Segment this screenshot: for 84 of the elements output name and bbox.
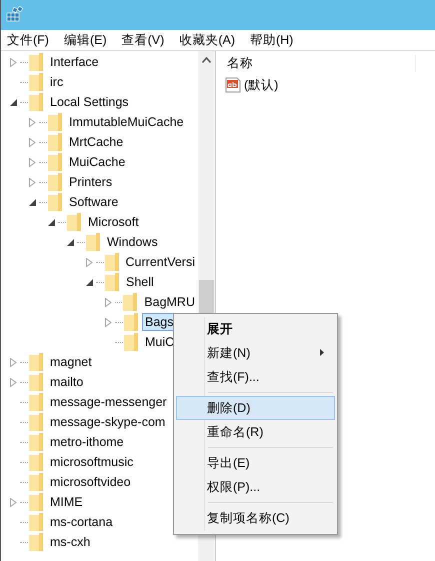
tree-item[interactable]: message-skype-com xyxy=(47,413,168,431)
expand-arrow-icon[interactable] xyxy=(29,138,36,146)
folder-icon xyxy=(105,273,119,291)
folder-icon xyxy=(48,173,62,191)
tree-item[interactable]: magnet xyxy=(47,353,95,371)
string-value-icon xyxy=(225,77,241,93)
tree-item[interactable]: MIME xyxy=(47,493,86,511)
collapse-arrow-icon[interactable] xyxy=(10,98,17,106)
tree-item[interactable]: MuiCache xyxy=(66,153,128,171)
menu-item[interactable]: 展开 xyxy=(176,317,335,341)
folder-icon xyxy=(124,333,138,351)
tree-item[interactable]: Shell xyxy=(123,273,157,291)
folder-icon xyxy=(29,353,43,371)
expand-arrow-icon[interactable] xyxy=(10,358,17,366)
scrollbar-thumb[interactable] xyxy=(199,280,214,316)
folder-icon xyxy=(86,233,100,251)
tree-item[interactable]: microsoftvideo xyxy=(47,473,134,491)
tree-item[interactable]: MrtCache xyxy=(66,133,126,151)
expand-arrow-icon[interactable] xyxy=(10,58,17,66)
menu-item[interactable]: 收藏夹(A) xyxy=(179,32,235,48)
folder-icon xyxy=(29,73,43,91)
menu-item[interactable]: 帮助(H) xyxy=(250,32,294,48)
folder-icon xyxy=(29,453,43,471)
folder-icon xyxy=(104,253,119,271)
tree-item[interactable]: ms-cxh xyxy=(47,533,94,551)
folder-icon xyxy=(29,373,43,391)
tree-item[interactable]: message-messenger xyxy=(47,393,170,411)
folder-icon xyxy=(29,53,43,71)
expand-arrow-icon[interactable] xyxy=(105,318,112,326)
folder-icon xyxy=(123,293,138,311)
tree-item[interactable]: Interface xyxy=(47,53,102,71)
tree-item[interactable]: irc xyxy=(47,73,66,91)
menu-item[interactable]: 权限(P)... xyxy=(176,475,335,499)
collapse-arrow-icon[interactable] xyxy=(67,238,74,246)
menu-item[interactable]: 编辑(E) xyxy=(64,32,107,48)
tree-item[interactable]: Local Settings xyxy=(47,93,132,111)
folder-icon xyxy=(48,113,62,131)
tree-item[interactable]: ms-cortana xyxy=(47,513,116,531)
tree-item[interactable]: CurrentVersi xyxy=(122,253,198,271)
collapse-arrow-icon[interactable] xyxy=(48,218,55,226)
tree-item[interactable]: Software xyxy=(66,193,122,211)
expand-arrow-icon[interactable] xyxy=(29,118,36,126)
expand-arrow-icon[interactable] xyxy=(10,378,17,386)
folder-icon xyxy=(29,433,43,451)
expand-arrow-icon[interactable] xyxy=(86,258,93,266)
tree-item[interactable]: mailto xyxy=(47,373,86,391)
folder-icon xyxy=(29,473,43,491)
folder-icon xyxy=(29,393,43,411)
tree-item[interactable]: Printers xyxy=(66,173,116,191)
menu-item[interactable]: 复制项名称(C) xyxy=(176,506,335,530)
tree-item[interactable]: Windows xyxy=(104,233,161,251)
folder-icon xyxy=(48,153,62,171)
tree-item[interactable]: ImmutableMuiCache xyxy=(66,113,187,131)
folder-icon xyxy=(124,313,138,331)
collapse-arrow-icon[interactable] xyxy=(29,198,36,206)
tree-item[interactable]: microsoftmusic xyxy=(47,453,136,471)
menu-item[interactable]: 查看(V) xyxy=(122,32,164,48)
tree-item[interactable]: BagMRU xyxy=(141,293,198,311)
expand-arrow-icon[interactable] xyxy=(10,498,17,506)
folder-icon xyxy=(48,193,62,211)
folder-icon xyxy=(29,493,43,511)
menu-item[interactable]: 查找(F)... xyxy=(176,365,335,389)
tree-item[interactable]: Microsoft xyxy=(85,213,142,231)
menu-item[interactable]: 删除(D) xyxy=(176,396,335,420)
folder-icon xyxy=(29,533,43,551)
expand-arrow-icon[interactable] xyxy=(29,158,36,166)
menu-item[interactable]: 重命名(R) xyxy=(176,420,335,444)
menu-item[interactable]: 新建(N) xyxy=(176,341,335,365)
folder-icon xyxy=(29,513,43,531)
column-header[interactable]: 名称 xyxy=(219,54,416,72)
folder-icon xyxy=(48,133,62,151)
folder-icon xyxy=(29,93,43,111)
folder-icon xyxy=(67,213,81,231)
expand-arrow-icon[interactable] xyxy=(104,298,112,306)
menu-item[interactable]: 导出(E) xyxy=(176,451,335,475)
scroll-up-icon[interactable] xyxy=(202,57,211,63)
collapse-arrow-icon[interactable] xyxy=(86,278,93,286)
tree-item[interactable]: metro-ithome xyxy=(47,433,127,451)
tree-item[interactable]: MuiC xyxy=(142,333,178,351)
value-name[interactable]: (默认) xyxy=(244,76,278,94)
folder-icon xyxy=(29,413,43,431)
expand-arrow-icon[interactable] xyxy=(29,178,36,186)
menu-item[interactable]: 文件(F) xyxy=(7,32,49,48)
registry-icon xyxy=(6,6,24,24)
